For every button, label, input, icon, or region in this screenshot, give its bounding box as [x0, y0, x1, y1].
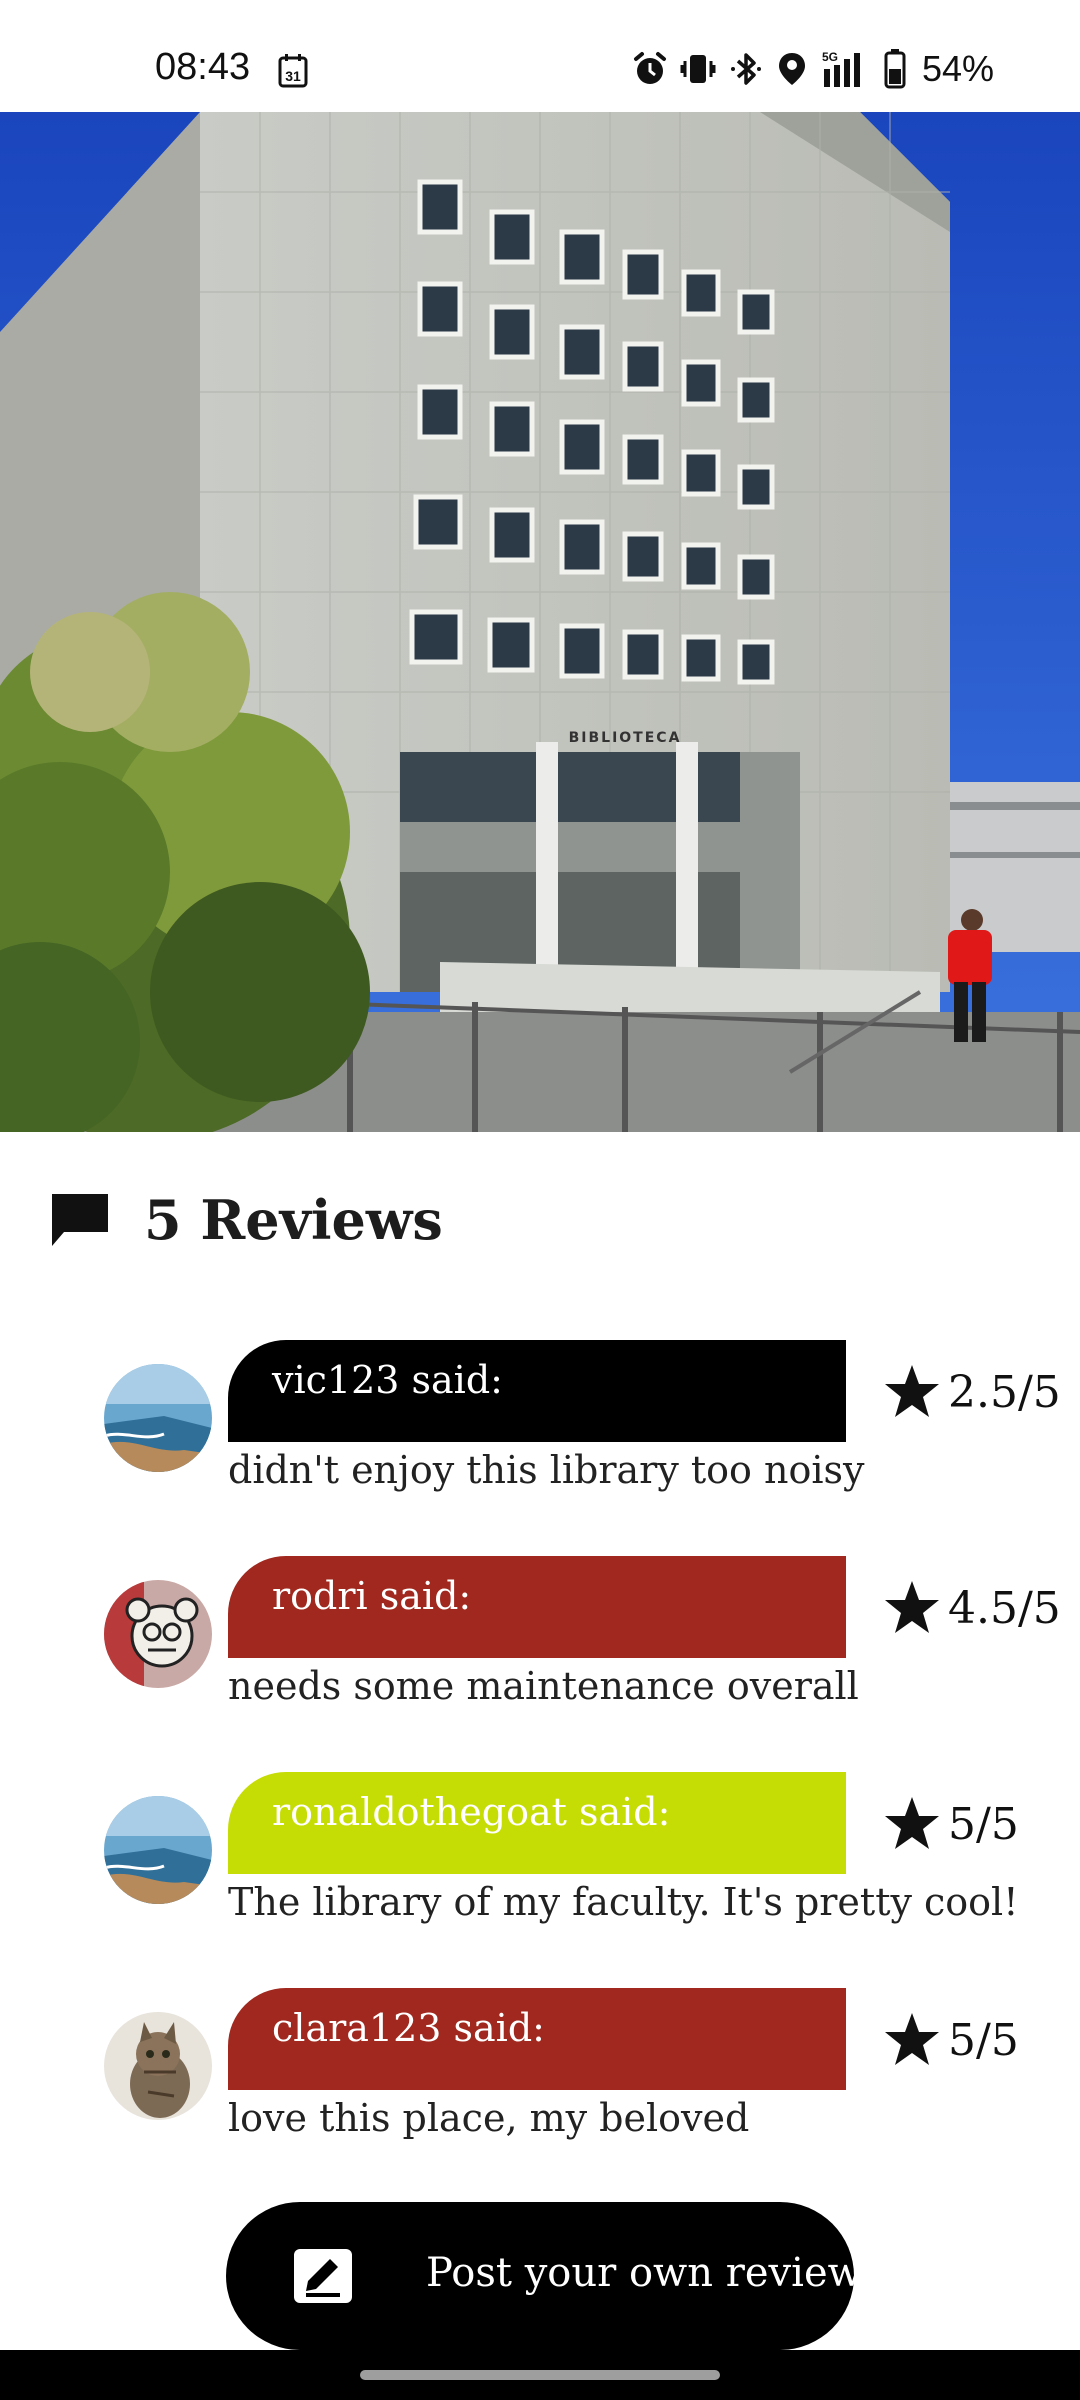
rating: 2.5/5 [882, 1362, 1061, 1422]
navigation-bar [0, 2350, 1080, 2400]
status-icons: 5G 54% [632, 48, 994, 90]
review-item: rodri said: needs some maintenance overa… [0, 1556, 1080, 1756]
reviewer-name: ronaldothegoat said: [272, 1790, 671, 1834]
post-review-button[interactable]: Post your own review [226, 2202, 862, 2350]
library-photo: BIBLIOTECA [0, 112, 1080, 1132]
rating-value: 2.5/5 [948, 1366, 1061, 1418]
rating: 4.5/5 [882, 1578, 1061, 1638]
star-icon [885, 1365, 939, 1417]
reviewer-label-box: ronaldothegoat said: [228, 1772, 846, 1874]
edit-note-icon [294, 2249, 352, 2303]
rating-value: 5/5 [948, 1798, 1019, 1850]
battery-icon [884, 49, 906, 89]
avatar[interactable] [104, 1796, 212, 1904]
calendar-icon: 31 [278, 54, 308, 88]
status-bar: 08:43 31 5G 54% [0, 0, 1080, 112]
review-item: vic123 said: didn't enjoy this library t… [0, 1340, 1080, 1540]
review-item: ronaldothegoat said: The library of my f… [0, 1772, 1080, 1972]
review-text: The library of my faculty. It's pretty c… [228, 1880, 1019, 1924]
reviewer-label-box: rodri said: [228, 1556, 846, 1658]
vibrate-icon [680, 55, 716, 83]
rating-value: 5/5 [948, 2014, 1019, 2066]
location-icon [778, 53, 805, 85]
calendar-day: 31 [285, 68, 301, 84]
review-text: love this place, my beloved [228, 2096, 750, 2140]
review-text: needs some maintenance overall [228, 1664, 859, 1708]
signal-5g-icon: 5G [822, 50, 860, 87]
star-icon [885, 1581, 939, 1633]
comment-icon [52, 1194, 108, 1246]
reviews-header: 5 Reviews [48, 1185, 443, 1255]
review-text: didn't enjoy this library too noisy [228, 1448, 865, 1492]
review-item: clara123 said: love this place, my belov… [0, 1988, 1080, 2188]
post-review-label: Post your own review [426, 2250, 862, 2296]
rating: 5/5 [882, 2010, 1019, 2070]
bluetooth-icon [730, 53, 761, 85]
reviews-title: 5 Reviews [144, 1188, 443, 1252]
avatar[interactable] [104, 2012, 212, 2120]
reviewer-name: rodri said: [272, 1574, 472, 1618]
alarm-icon [633, 52, 666, 84]
avatar[interactable] [104, 1580, 212, 1688]
svg-text:5G: 5G [822, 50, 838, 64]
reviewer-name: clara123 said: [272, 2006, 545, 2050]
reviewer-label-box: vic123 said: [228, 1340, 846, 1442]
star-icon [885, 1797, 939, 1849]
reviewer-label-box: clara123 said: [228, 1988, 846, 2090]
status-time: 08:43 [155, 46, 251, 88]
rating-value: 4.5/5 [948, 1582, 1061, 1634]
rating: 5/5 [882, 1794, 1019, 1854]
reviewer-name: vic123 said: [272, 1358, 503, 1402]
building-sign: BIBLIOTECA [569, 730, 682, 746]
star-icon [885, 2013, 939, 2065]
home-gesture-handle[interactable] [360, 2370, 720, 2380]
battery-percent: 54% [921, 48, 994, 89]
avatar[interactable] [104, 1364, 212, 1472]
